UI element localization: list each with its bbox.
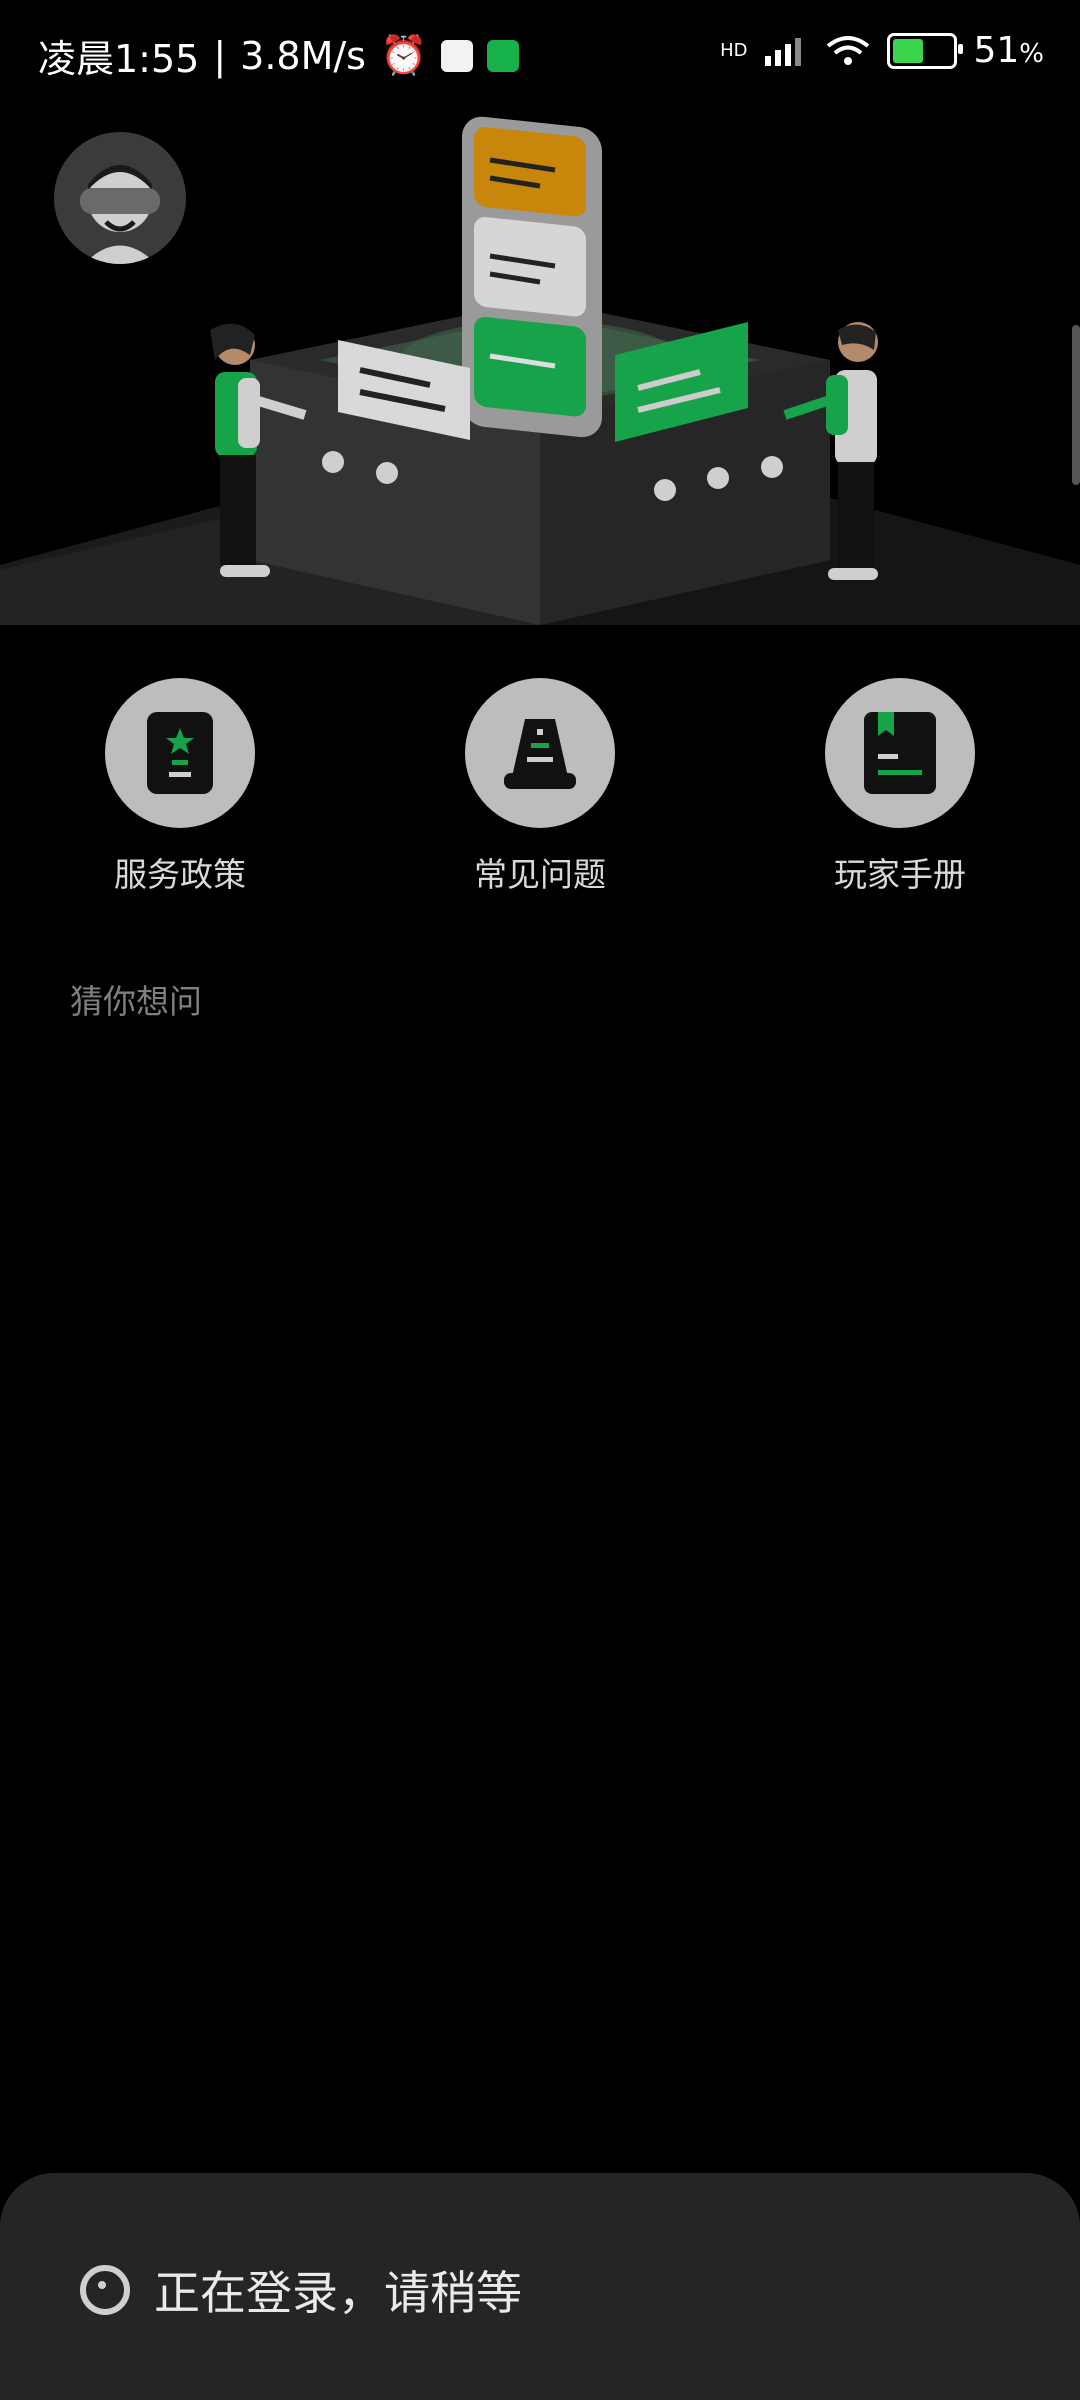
handbook-icon (825, 678, 975, 828)
scrollbar[interactable] (1072, 325, 1080, 485)
status-separator: | (213, 33, 227, 78)
battery-fill (893, 38, 924, 63)
shortcut-label: 玩家手册 (834, 855, 966, 894)
shortcut-service-policy[interactable]: 服务政策 (60, 678, 300, 896)
shortcut-grid: 服务政策 常见问题 玩家手册 (0, 678, 1080, 898)
guess-section-title: 猜你想问 (70, 982, 202, 1021)
shortcut-label: 服务政策 (114, 855, 246, 894)
status-speed: 3.8M/s (240, 33, 366, 78)
alarm-icon: ⏰ (379, 33, 428, 77)
shortcut-player-handbook[interactable]: 玩家手册 (780, 678, 1020, 896)
signal-icon (765, 37, 802, 66)
loading-message: 正在登录，请稍等 (154, 2266, 522, 2320)
status-bar: 凌晨1:55 | 3.8M/s ⏰ HD 51% (0, 0, 1080, 110)
status-time: 凌晨1:55 (38, 37, 200, 81)
wifi-icon (827, 35, 870, 65)
app-notification-icon (441, 39, 474, 72)
vr-headset-user-icon (54, 132, 186, 264)
shortcut-faq[interactable]: 常见问题 (420, 678, 660, 896)
shortcut-label: 常见问题 (474, 855, 606, 894)
loading-sheet: 正在登录，请稍等 (0, 2173, 1080, 2400)
policy-phone-icon (105, 678, 255, 828)
faq-cone-icon (465, 678, 615, 828)
network-type: HD (720, 40, 748, 61)
battery-percent: 51% (973, 30, 1044, 71)
wechat-notification-icon (487, 39, 520, 72)
battery-icon (887, 32, 964, 69)
avatar[interactable] (54, 132, 186, 264)
loading-spinner-icon (80, 2265, 130, 2315)
